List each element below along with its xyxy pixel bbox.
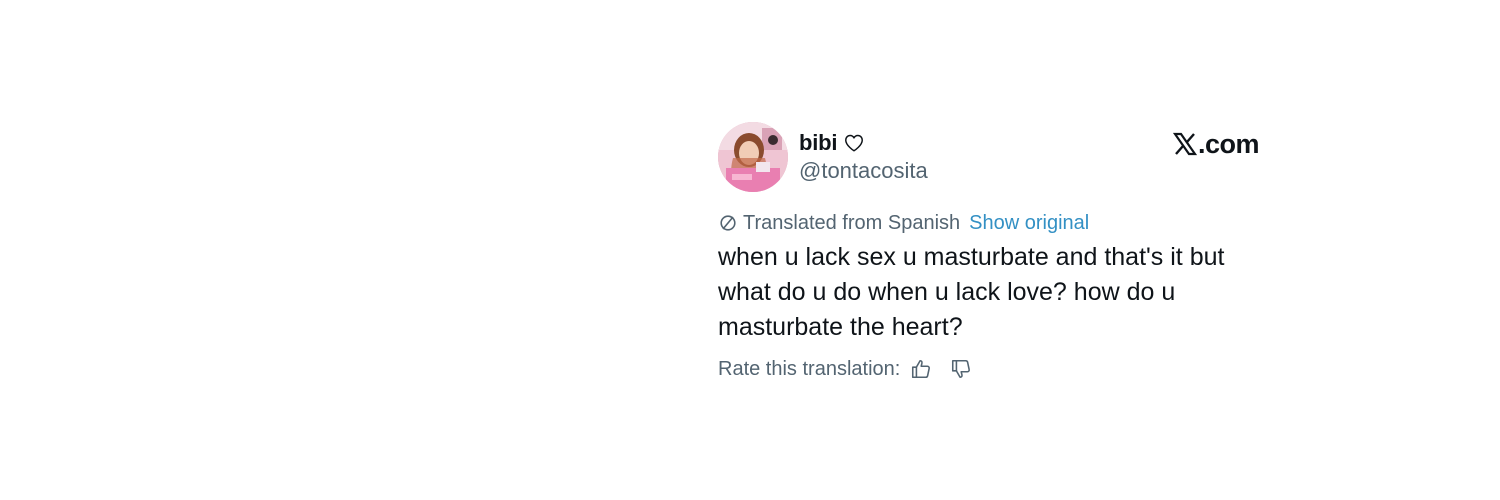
x-brand: .com (1172, 128, 1260, 159)
display-name[interactable]: bibi (799, 130, 838, 156)
thumbs-down-icon[interactable] (950, 358, 972, 380)
display-name-row: bibi (799, 129, 865, 157)
tweet-card: bibi @tontacosita .com Translated from S… (718, 122, 1263, 392)
translate-icon (718, 213, 738, 233)
x-logo-icon (1172, 132, 1198, 156)
heart-outline-icon (843, 132, 865, 154)
brand-domain: .com (1197, 128, 1260, 159)
handle[interactable]: @tontacosita (799, 158, 928, 184)
tweet-text-line: masturbate the heart? (718, 313, 963, 341)
tweet-text-line: what do u do when u lack love? how do u (718, 278, 1176, 306)
avatar[interactable] (718, 122, 788, 192)
tweet-text-line: when u lack sex u masturbate and that's … (718, 243, 1225, 271)
translation-row: Translated from Spanish Show original (718, 210, 1089, 236)
rate-translation-label: Rate this translation: (718, 357, 901, 380)
thumbs-up-icon[interactable] (910, 358, 932, 380)
rate-translation-row: Rate this translation: (718, 356, 972, 382)
show-original-link[interactable]: Show original (969, 212, 1089, 235)
translated-from-label: Translated from Spanish (743, 211, 961, 234)
tweet-text: when u lack sex u masturbate and that's … (718, 240, 1263, 345)
